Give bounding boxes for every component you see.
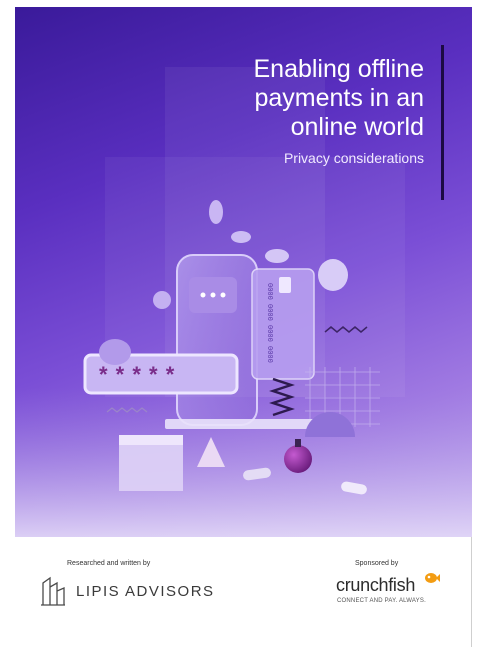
floating-coin [318, 259, 348, 291]
floating-coin [209, 200, 223, 224]
ball-stem [295, 439, 301, 447]
lipis-building-logo-icon [41, 576, 65, 606]
chat-dot [220, 292, 226, 298]
report-subtitle: Privacy considerations [283, 150, 424, 166]
floating-coin [99, 339, 131, 365]
card-number: 0000 0000 0000 0000 [265, 283, 273, 363]
chat-dot [210, 292, 216, 298]
sponsor-name: crunchfish [336, 575, 416, 595]
researcher-logo: LIPIS ADVISORS [40, 574, 215, 608]
floating-coin [265, 249, 289, 263]
report-title: Enabling offline payments in an online w… [253, 55, 424, 141]
researched-by-label: Researched and written by [67, 560, 151, 567]
crunchfish-fish-logo-icon [425, 573, 440, 583]
pin-mask: * * * * * [99, 362, 175, 387]
sponsored-by-label: Sponsored by [355, 560, 399, 567]
chat-dot [200, 292, 206, 298]
platform-shape [165, 419, 325, 429]
sponsor-logo: crunchfish CONNECT AND PAY. ALWAYS. [336, 572, 446, 612]
title-divider [441, 45, 444, 200]
cube-top [119, 435, 183, 445]
card-chip [279, 277, 291, 293]
ball-shape [284, 445, 312, 473]
researcher-name: LIPIS ADVISORS [76, 582, 215, 600]
floating-coin [231, 231, 251, 243]
sponsor-tagline: CONNECT AND PAY. ALWAYS. [337, 598, 426, 604]
report-cover-page: 0000 0000 0000 0000 * * * * * Enabling o… [0, 0, 480, 647]
floating-coin [153, 291, 171, 309]
page-edge-rule [471, 537, 472, 647]
title-block: Enabling offline payments in an online w… [234, 55, 424, 168]
cover-artwork: 0000 0000 0000 0000 * * * * * Enabling o… [15, 7, 472, 537]
